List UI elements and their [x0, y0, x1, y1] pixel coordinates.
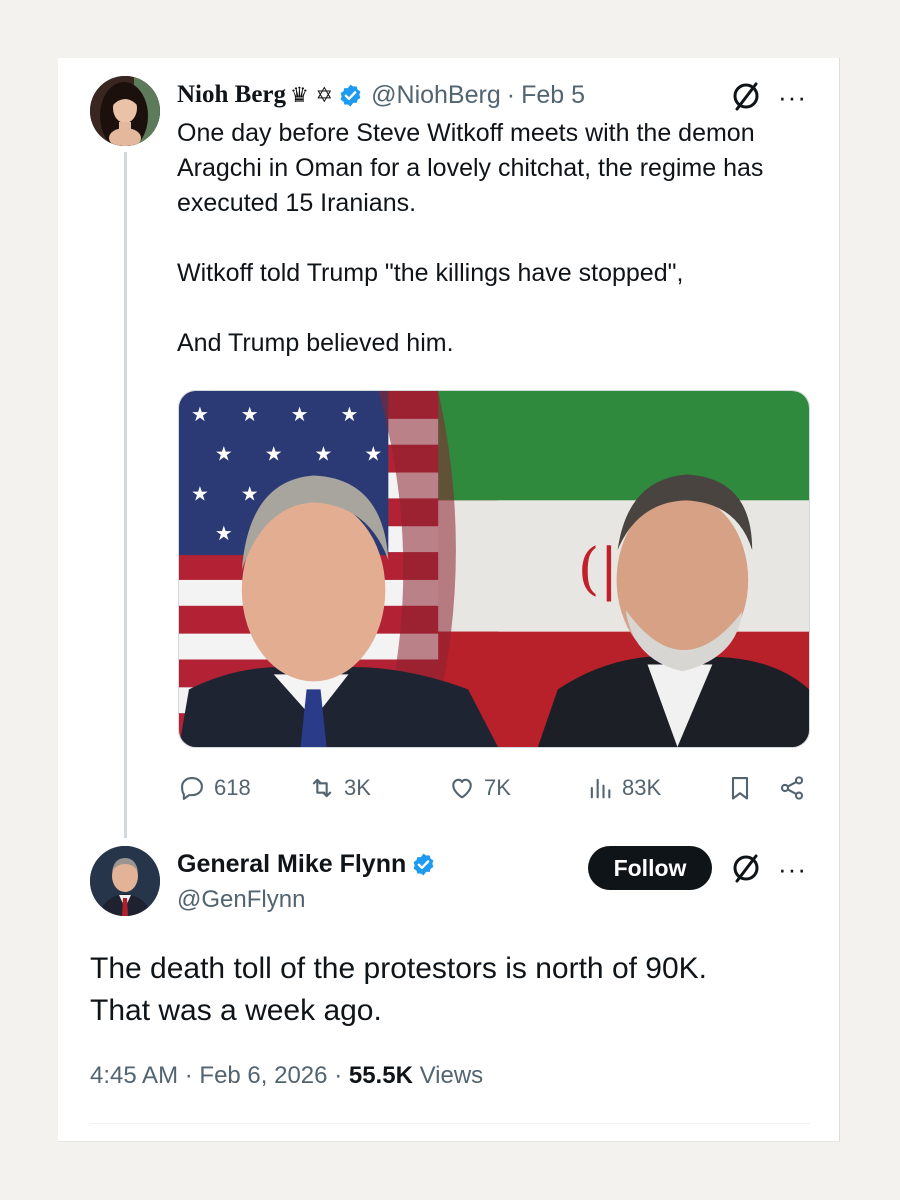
separator-dot: · — [184, 1062, 193, 1089]
reply-body: The death toll of the protestors is nort… — [90, 948, 810, 1032]
repost-count: 3K — [344, 775, 371, 800]
reply-count: 618 — [214, 775, 251, 800]
author-handle[interactable]: @NiohBerg — [371, 81, 501, 110]
share-icon — [780, 776, 804, 800]
tweet-paragraph: One day before Steve Witkoff meets with … — [177, 119, 764, 217]
svg-text:★: ★ — [191, 403, 209, 426]
views-chart-icon — [590, 778, 611, 799]
author-name[interactable]: Nioh Berg — [177, 81, 286, 109]
svg-text:★: ★ — [265, 443, 283, 466]
reply-icon — [181, 777, 203, 800]
follow-button[interactable]: Follow — [588, 846, 712, 890]
more-options-icon[interactable]: ··· — [778, 84, 807, 110]
avatar-portrait-image — [90, 76, 160, 146]
tweet-actions-bar: 618 3K 7K 83K — [178, 770, 810, 806]
grok-icon[interactable] — [730, 80, 762, 112]
repost-action[interactable]: 3K — [308, 770, 371, 806]
tweet-media-image[interactable]: ★★★★ ★★★★ ★★★★ ★★★ (|) — [178, 390, 810, 748]
avatar-general-mike-flynn[interactable] — [90, 846, 160, 916]
avatar-portrait-image — [90, 846, 160, 916]
reply-author-handle[interactable]: @GenFlynn — [177, 886, 305, 914]
reply-time[interactable]: 4:45 AM — [90, 1062, 178, 1089]
svg-text:★: ★ — [215, 522, 233, 545]
repost-icon — [312, 778, 332, 798]
reply-line: The death toll of the protestors is nort… — [90, 952, 708, 985]
thread-connector-line — [124, 152, 127, 838]
verified-badge-icon — [338, 83, 363, 108]
share-action[interactable] — [778, 770, 814, 806]
like-count: 7K — [484, 775, 511, 800]
reply-views-count: 55.5K — [348, 1062, 413, 1089]
svg-text:★: ★ — [241, 482, 259, 505]
svg-text:★: ★ — [315, 443, 333, 466]
avatar-nioh-berg[interactable] — [90, 76, 160, 146]
flags-portraits-photo: ★★★★ ★★★★ ★★★★ ★★★ (|) — [179, 391, 809, 747]
tweet-paragraph: Witkoff told Trump "the killings have st… — [177, 259, 684, 287]
bookmark-icon — [731, 777, 749, 800]
tweet-header: Nioh Berg ♛ ✡ @NiohBerg · Feb 5 — [177, 80, 585, 110]
grok-icon[interactable] — [730, 852, 762, 884]
svg-text:★: ★ — [364, 443, 382, 466]
views-action[interactable]: 83K — [586, 770, 661, 806]
svg-text:★: ★ — [215, 443, 233, 466]
svg-text:★: ★ — [340, 403, 358, 426]
reply-action[interactable]: 618 — [178, 770, 251, 806]
divider — [90, 1123, 810, 1124]
heart-icon — [452, 778, 472, 799]
reply-views-label: Views — [419, 1062, 484, 1089]
name-emojis: ♛ ✡ — [290, 83, 334, 107]
tweet-date[interactable]: Feb 5 — [521, 81, 585, 110]
like-action[interactable]: 7K — [448, 770, 511, 806]
tweet-paragraph: And Trump believed him. — [177, 329, 454, 357]
reply-metadata: 4:45 AM · Feb 6, 2026 · 55.5K Views — [90, 1062, 483, 1090]
bookmark-action[interactable] — [726, 770, 762, 806]
reply-line: That was a week ago. — [90, 994, 382, 1027]
separator-dot: · — [334, 1062, 343, 1089]
more-options-icon[interactable]: ··· — [778, 856, 807, 882]
reply-author-name[interactable]: General Mike Flynn — [177, 850, 406, 879]
tweet-body: One day before Steve Witkoff meets with … — [177, 116, 797, 361]
svg-text:★: ★ — [191, 482, 209, 505]
svg-text:★: ★ — [291, 403, 309, 426]
reply-header: General Mike Flynn — [177, 850, 436, 879]
svg-text:★: ★ — [241, 403, 259, 426]
verified-badge-icon — [411, 852, 436, 877]
views-count: 83K — [622, 775, 662, 800]
reply-date[interactable]: Feb 6, 2026 — [199, 1062, 327, 1089]
separator-dot: · — [506, 80, 516, 109]
